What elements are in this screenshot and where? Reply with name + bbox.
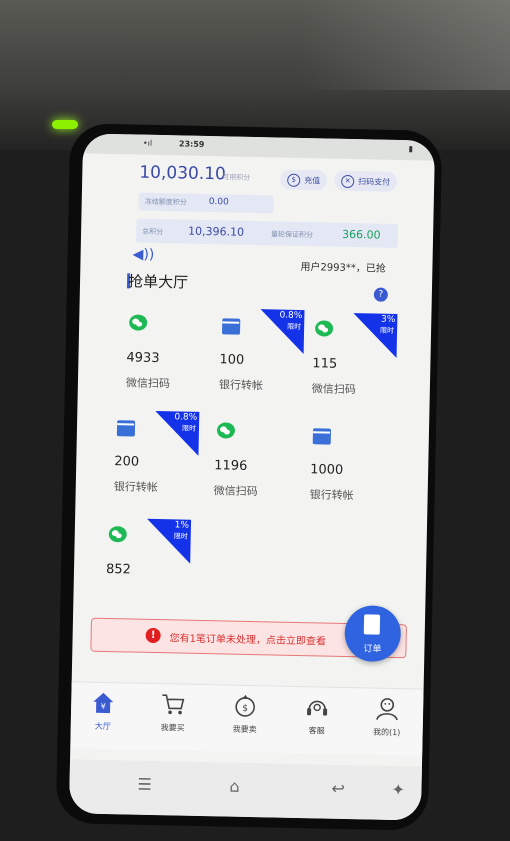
badge-percent: 1% xyxy=(174,520,190,531)
order-amount: 852 xyxy=(105,561,132,578)
wechat-icon xyxy=(216,422,236,439)
order-card[interactable]: 0.8% 限时 100 银行转帐 xyxy=(210,308,305,410)
bottom-tab-bar: ¥ 大厅 我要买 $ 我要卖 客服 我的(1) xyxy=(70,681,424,756)
scan-pay-label: 扫码支付 xyxy=(358,176,391,187)
order-method: 银行转帐 xyxy=(309,488,354,503)
badge-label: 限时 xyxy=(287,322,302,331)
background-light xyxy=(300,0,510,90)
tab-support[interactable]: 客服 xyxy=(287,695,348,737)
order-method: 银行转帐 xyxy=(113,480,158,495)
deposit-value: 366.00 xyxy=(341,227,381,242)
scan-pay-button[interactable]: ✕ 扫码支付 xyxy=(334,170,398,192)
dollar-icon: $ xyxy=(287,173,301,187)
orders-float-label: 订单 xyxy=(363,644,382,655)
speaker-icon: ◀)) xyxy=(132,246,155,263)
bank-card-icon xyxy=(116,420,136,437)
order-amount: 115 xyxy=(312,356,338,372)
badge-percent: 0.8% xyxy=(174,412,198,423)
svg-text:$: $ xyxy=(242,704,248,714)
tab-profile[interactable]: 我的(1) xyxy=(357,696,418,738)
tab-label: 我要买 xyxy=(160,723,185,733)
order-card[interactable]: 0.8% 限时 200 银行转帐 xyxy=(105,410,200,512)
order-method: 微信扫码 xyxy=(311,382,356,397)
order-card[interactable]: 4933 微信扫码 xyxy=(117,306,211,408)
total-value: 10,396.10 xyxy=(187,224,245,239)
badge-label: 限时 xyxy=(173,532,188,541)
tab-label: 客服 xyxy=(308,726,325,736)
frozen-value: 0.00 xyxy=(208,197,229,208)
profile-icon xyxy=(376,698,398,721)
document-icon xyxy=(363,614,381,635)
system-nav-bar: ☰ ⌂ ↩ ✦ xyxy=(68,759,422,821)
badge-percent: 3% xyxy=(380,314,396,325)
orders-float-button[interactable]: 订单 xyxy=(344,604,402,663)
help-icon[interactable]: ? xyxy=(373,287,388,302)
wechat-icon xyxy=(108,526,127,543)
badge-percent: 0.8% xyxy=(279,310,303,322)
cart-icon xyxy=(162,694,185,715)
sell-icon: $ xyxy=(235,694,255,717)
wechat-icon xyxy=(129,314,148,331)
battery-icon: ▮ xyxy=(408,144,414,154)
badge-label: 限时 xyxy=(181,424,197,433)
bank-card-icon xyxy=(312,428,332,445)
order-amount: 1000 xyxy=(310,462,344,478)
order-method: 微信扫码 xyxy=(213,484,258,499)
back-icon[interactable]: ↩ xyxy=(331,779,345,798)
signal-icon: •ıl xyxy=(142,138,153,148)
balance-label: 可用积分 xyxy=(222,173,251,182)
order-amount: 4933 xyxy=(126,350,160,367)
tab-label: 大厅 xyxy=(94,721,111,732)
deposit-label: 量轮保证积分 xyxy=(271,230,314,240)
svg-text:¥: ¥ xyxy=(101,702,106,711)
total-label: 总积分 xyxy=(142,227,164,237)
phone-screen: •ıl 23:59 ▮ 10,030.10 可用积分 $ 充值 ✕ 扫码支付 冻… xyxy=(68,133,436,821)
tab-sell[interactable]: $ 我要卖 xyxy=(215,693,276,735)
wechat-icon xyxy=(314,320,334,337)
recharge-button[interactable]: $ 充值 xyxy=(280,169,328,191)
home-icon: ¥ xyxy=(93,692,114,714)
frozen-label: 冻结额度积分 xyxy=(144,197,187,207)
accessibility-icon[interactable]: ✦ xyxy=(391,780,405,799)
menu-icon[interactable]: ☰ xyxy=(137,775,152,794)
order-card[interactable]: 3% 限时 115 微信扫码 xyxy=(303,312,398,414)
bank-card-icon xyxy=(221,318,241,335)
total-row: 总积分 10,396.10 量轮保证积分 366.00 xyxy=(135,218,399,249)
order-card[interactable]: 1196 微信扫码 xyxy=(205,414,299,516)
order-method: 银行转帐 xyxy=(218,378,264,393)
badge-label: 限时 xyxy=(380,326,395,335)
notice-marquee: 用户2993**，已抢 xyxy=(300,261,386,275)
tab-label: 我要卖 xyxy=(232,724,257,735)
order-amount: 100 xyxy=(219,352,245,368)
home-nav-icon[interactable]: ⌂ xyxy=(229,777,240,796)
frozen-row: 冻结额度积分 0.00 xyxy=(138,192,274,214)
alert-message: 您有1笔订单未处理，点击立即查看 xyxy=(169,633,327,648)
recharge-label: 充值 xyxy=(304,175,321,185)
headset-icon xyxy=(307,700,328,716)
warning-icon: ! xyxy=(145,627,161,644)
status-time: 23:59 xyxy=(178,139,205,149)
tab-buy[interactable]: 我要买 xyxy=(143,692,204,734)
page-title: 抢单大厅 xyxy=(127,272,189,292)
order-card[interactable]: 1000 银行转帐 xyxy=(301,418,395,520)
order-amount: 1196 xyxy=(214,458,248,474)
tab-hall[interactable]: ¥ 大厅 xyxy=(73,690,134,732)
tab-label: 我的(1) xyxy=(372,727,401,738)
scan-icon: ✕ xyxy=(341,174,355,188)
indicator-led xyxy=(52,120,78,129)
order-amount: 200 xyxy=(114,454,140,470)
order-card[interactable]: 1% 限时 852 xyxy=(97,518,192,620)
balance-value: 10,030.10 xyxy=(139,162,227,185)
order-method: 微信扫码 xyxy=(125,376,171,391)
